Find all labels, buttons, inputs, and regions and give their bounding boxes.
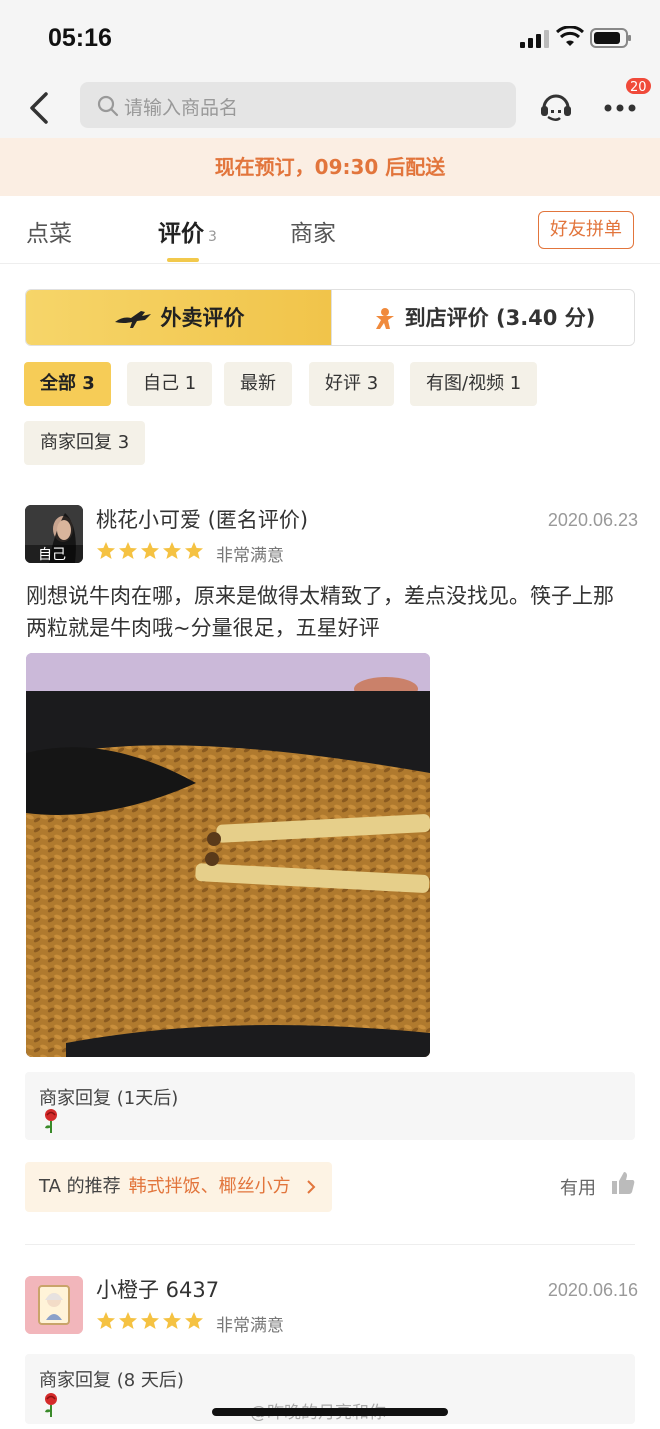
- star-icon: [141, 542, 159, 559]
- star-rating: [96, 1311, 204, 1331]
- tab-menu[interactable]: 点菜: [26, 214, 72, 248]
- chevron-right-icon: [307, 1180, 316, 1194]
- rose-icon: [45, 1109, 57, 1133]
- star-rating: [96, 541, 204, 561]
- home-indicator[interactable]: [212, 1408, 448, 1416]
- review-type-switch: 外卖评价 到店评价 (3.40 分): [25, 289, 635, 346]
- useful-label[interactable]: 有用: [560, 1174, 596, 1200]
- instore-review-label: 到店评价 (3.40 分): [404, 306, 596, 330]
- status-bar: 05:16: [0, 0, 660, 80]
- thumbs-up-icon[interactable]: [610, 1170, 636, 1196]
- rose-icon: [45, 1393, 57, 1417]
- tab-reviews-label: 评价: [158, 221, 204, 247]
- avatar-image: 自己: [25, 505, 83, 563]
- search-placeholder: 请输入商品名: [124, 97, 239, 119]
- star-icon: [97, 542, 115, 559]
- kangaroo-icon: [114, 311, 151, 328]
- review-date: 2020.06.16: [547, 1280, 638, 1300]
- filter-latest[interactable]: 最新: [224, 362, 292, 406]
- star-icon: [97, 1312, 115, 1329]
- star-icon: [119, 542, 137, 559]
- tab-merchant[interactable]: 商家: [290, 214, 336, 248]
- delivery-review-label: 外卖评价: [160, 306, 245, 330]
- search-icon: [97, 95, 119, 117]
- reviewer-name: 桃花小可爱 (匿名评价): [96, 508, 309, 532]
- merchant-reply-title: 商家回复 (1天后): [39, 1088, 179, 1109]
- reviewer-name: 小橙子 6437: [96, 1278, 220, 1302]
- delivery-review-tab[interactable]: 外卖评价: [26, 290, 331, 345]
- group-order-button[interactable]: 好友拼单: [538, 211, 634, 249]
- avatar[interactable]: [25, 1276, 83, 1334]
- fried-rice-photo: [26, 653, 430, 1057]
- star-icon: [185, 1312, 203, 1329]
- divider: [25, 1244, 635, 1245]
- delivery-banner: 现在预订，09:30 后配送: [0, 138, 660, 196]
- signal-icon: [520, 30, 549, 48]
- filter-self[interactable]: 自己 1: [127, 362, 213, 406]
- search-input[interactable]: 请输入商品名: [80, 82, 516, 128]
- wifi-icon: [556, 26, 584, 46]
- filter-all[interactable]: 全部 3: [24, 362, 111, 406]
- filter-merchant-reply[interactable]: 商家回复 3: [24, 421, 146, 465]
- star-icon: [163, 542, 181, 559]
- tab-merchant-label: 商家: [290, 221, 336, 247]
- rating-text: 非常满意: [216, 1316, 284, 1336]
- merchant-reply: 商家回复 (1天后): [25, 1072, 635, 1140]
- filter-positive[interactable]: 好评 3: [309, 362, 395, 406]
- rating-text: 非常满意: [216, 546, 284, 566]
- recommend-bar[interactable]: TA 的推荐 韩式拌饭、椰丝小方: [25, 1162, 333, 1212]
- battery-icon: [590, 28, 631, 48]
- instore-review-tab[interactable]: 到店评价 (3.40 分): [331, 290, 634, 345]
- review-photo[interactable]: [26, 653, 430, 1057]
- merchant-reply-title: 商家回复 (8 天后): [39, 1370, 184, 1391]
- nav-bar: 请输入商品名 20: [0, 76, 660, 138]
- back-icon[interactable]: [24, 90, 54, 126]
- star-icon: [163, 1312, 181, 1329]
- review-content: 刚想说牛肉在哪，原来是做得太精致了，差点没找见。筷子上那两粒就是牛肉哦~分量很足…: [26, 584, 614, 640]
- review-date: 2020.06.23: [547, 510, 638, 530]
- notification-badge: 20: [624, 76, 653, 96]
- tab-bar: 点菜 评价 3 商家 好友拼单: [0, 196, 660, 264]
- recommend-dishes: 韩式拌饭、椰丝小方: [128, 1176, 291, 1197]
- star-icon: [119, 1312, 137, 1329]
- tab-menu-label: 点菜: [26, 221, 72, 247]
- recommend-label: TA 的推荐: [39, 1176, 121, 1197]
- status-time: 05:16: [48, 24, 112, 52]
- star-icon: [185, 542, 203, 559]
- star-icon: [141, 1312, 159, 1329]
- customer-service-icon[interactable]: [538, 88, 574, 124]
- avatar-image: [25, 1276, 83, 1334]
- person-icon: [375, 308, 394, 329]
- tab-reviews[interactable]: 评价 3: [158, 214, 217, 248]
- tab-reviews-count: 3: [208, 229, 217, 245]
- tab-underline: [167, 258, 199, 262]
- avatar-tag: 自己: [38, 547, 66, 563]
- filter-with-media[interactable]: 有图/视频 1: [410, 362, 538, 406]
- avatar[interactable]: 自己: [25, 505, 83, 563]
